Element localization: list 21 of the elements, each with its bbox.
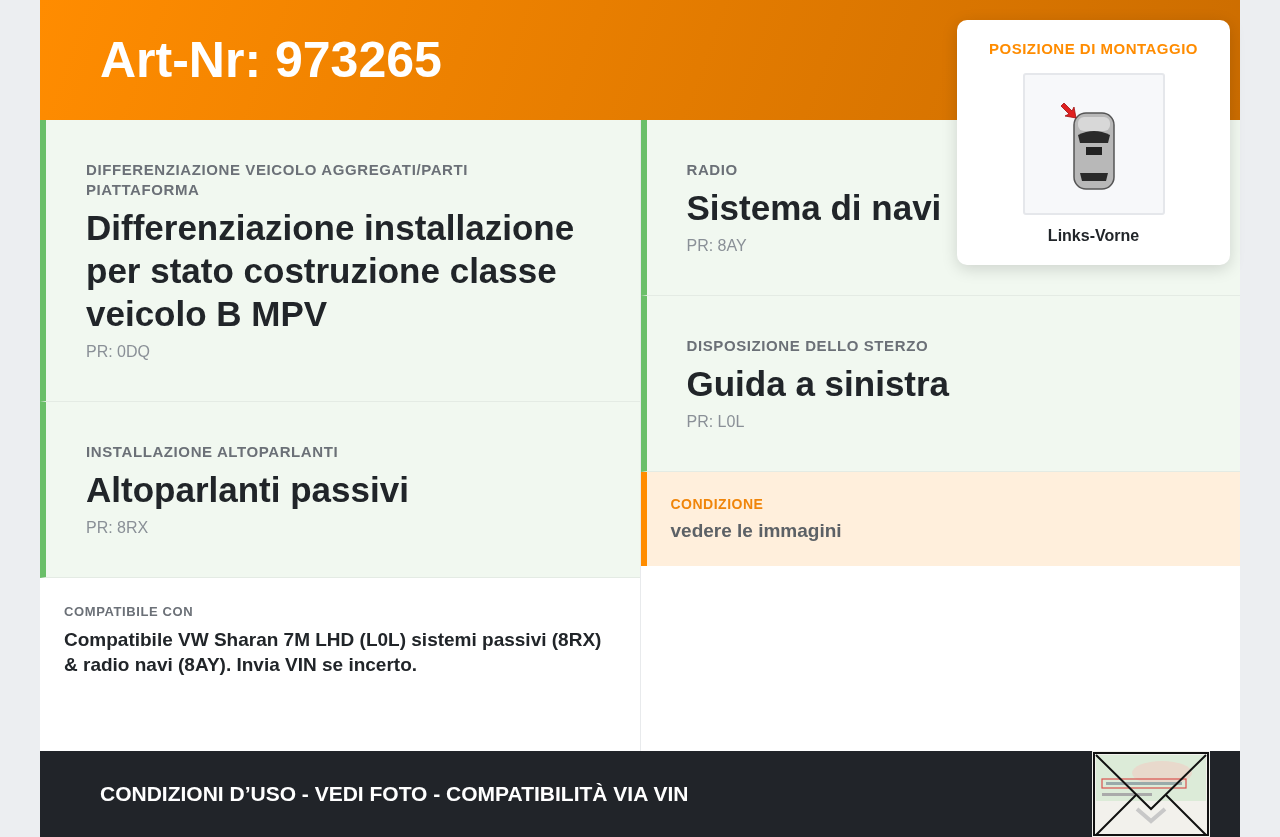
- footer-text: CONDIZIONI D’USO - VEDI FOTO - COMPATIBILITÀ VIA VIN: [100, 782, 689, 806]
- spec-label: DIFFERENZIAZIONE VEICOLO AGGREGATI/PARTI PIATTAFORMA: [86, 160, 470, 200]
- spec-value: Sistema di navi: [686, 187, 943, 229]
- compat-label: COMPATIBILE CON: [64, 604, 195, 619]
- arrow-icon: [1058, 101, 1079, 121]
- mount-title: POSIZIONE DI MONTAGGIO: [988, 40, 1199, 57]
- spec-value: Differenziazione installazione per stato costruzione classe veicolo B MPV: [86, 207, 576, 335]
- article-number: Art-Nr: 973265: [100, 31, 442, 89]
- mount-caption: Links-Vorne: [1047, 227, 1140, 245]
- spec-label: INSTALLAZIONE ALTOPARLANTI: [86, 442, 340, 462]
- condition-label: CONDIZIONE: [670, 496, 765, 512]
- pr-code: PR: 0DQ: [86, 343, 151, 361]
- compat-text: Compatibile VW Sharan 7M LHD (L0L) sistemi passivi (8RX) & radio navi (8AY). Invia VIN se incerto.: [64, 628, 603, 677]
- pr-code: PR: 8AY: [686, 237, 748, 255]
- pr-code: PR: 8RX: [86, 519, 150, 537]
- condition-value: vedere le immagini: [670, 520, 843, 542]
- spec-label: DISPOSIZIONE DELLO STERZO: [686, 336, 930, 356]
- spec-value: Altoparlanti passivi: [86, 469, 410, 511]
- spec-value: Guida a sinistra: [686, 363, 951, 405]
- spec-label: RADIO: [686, 160, 739, 180]
- pr-code: PR: L0L: [686, 413, 746, 431]
